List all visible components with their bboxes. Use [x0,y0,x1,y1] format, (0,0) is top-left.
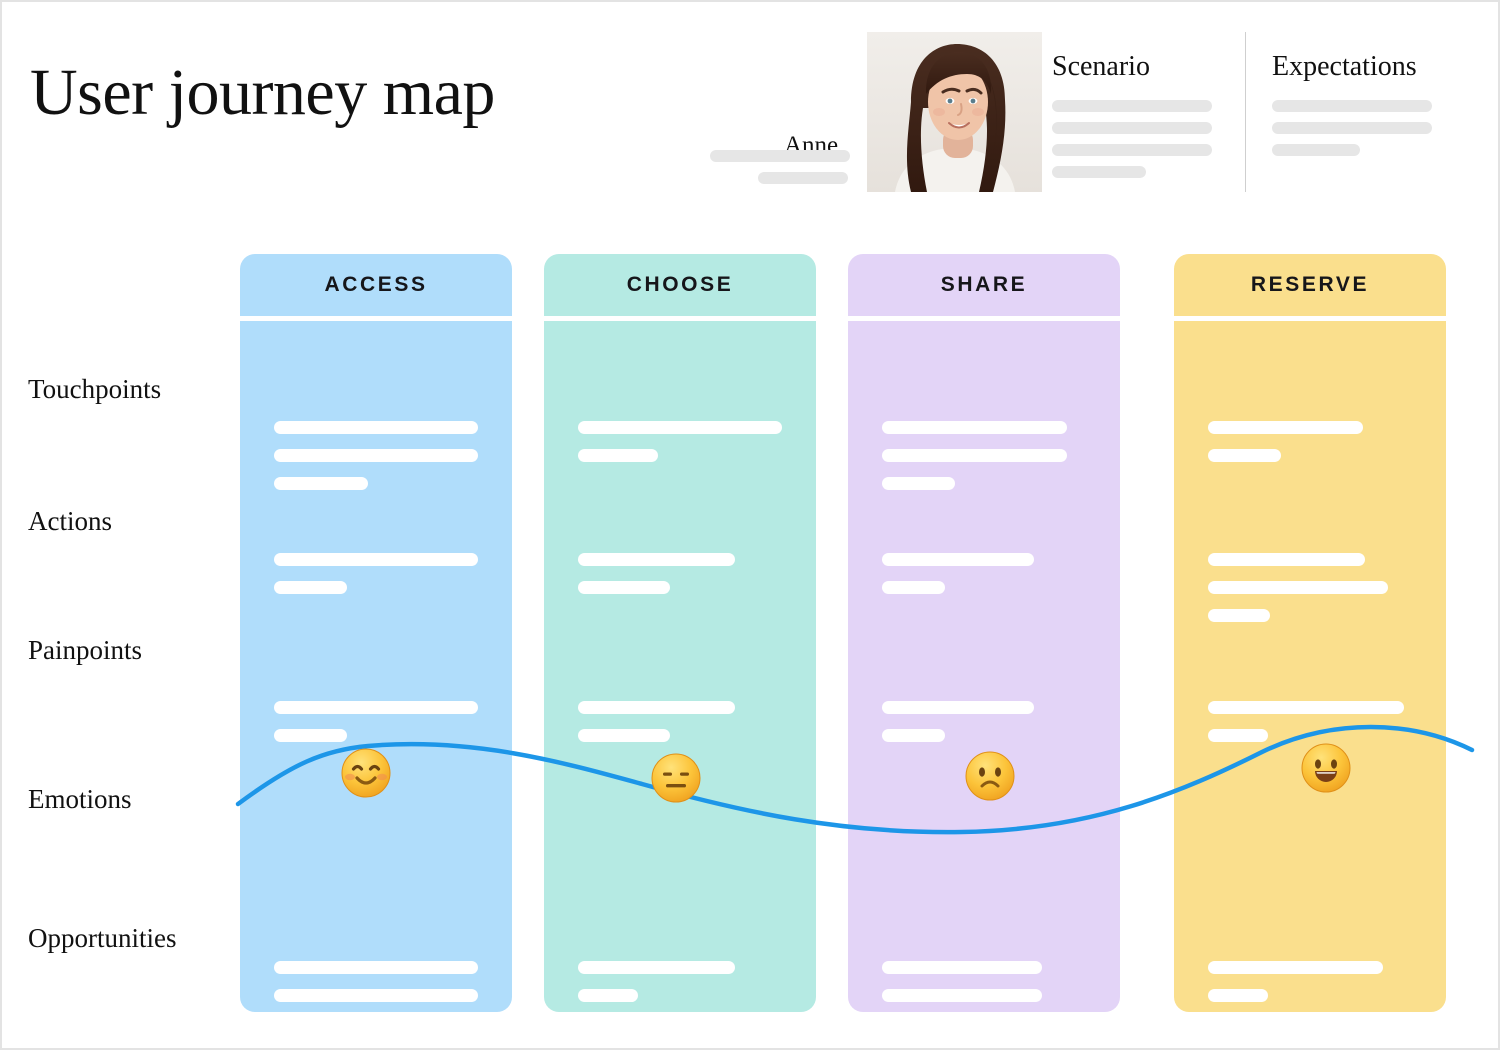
stage-column-share[interactable]: SHARE [848,254,1120,1012]
content-bar [274,477,368,490]
persona-placeholder-bar [710,150,850,162]
scenario-placeholder-bar [1052,122,1212,134]
content-bar [1208,581,1388,594]
cell-reserve-actions[interactable] [1208,553,1412,637]
expectations-placeholder-lines [1272,100,1462,156]
content-bar [578,729,670,742]
content-bar [1208,553,1365,566]
stage-header-share[interactable]: SHARE [848,254,1120,316]
content-bar [274,701,478,714]
cell-access-opportunities[interactable] [274,961,478,1012]
scenario-placeholder-bar [1052,144,1212,156]
content-bar [1208,449,1281,462]
stage-header-access[interactable]: ACCESS [240,254,512,316]
cell-access-touchpoints[interactable] [274,421,478,505]
expectations-column: Expectations [1272,50,1462,166]
persona-photo [867,32,1042,192]
cell-share-painpoints[interactable] [882,701,1086,757]
scenario-title: Scenario [1052,51,1150,82]
row-label-opportunities: Opportunities [28,923,177,953]
content-bar [578,989,638,1002]
cell-share-actions[interactable] [882,553,1086,609]
emotion-icon-slightly-frowning-face[interactable] [964,750,1020,806]
emotion-icon-expressionless-face[interactable] [650,752,706,808]
row-label-actions: Actions [28,506,112,536]
persona-placeholder-lines [710,150,862,194]
content-bar [274,729,347,742]
expectations-placeholder-bar [1272,122,1432,134]
header-divider [1245,32,1246,192]
content-bar [1208,609,1270,622]
persona-header: Anne Scenario Expectations [702,32,1462,192]
emotion-icon-smiling-face-with-smiling-eyes[interactable] [340,747,396,803]
content-bar [882,477,955,490]
content-bar [882,701,1034,714]
cell-share-opportunities[interactable] [882,961,1086,1012]
scenario-placeholder-bar [1052,100,1212,112]
scenario-placeholder-bar [1052,166,1146,178]
cell-reserve-opportunities[interactable] [1208,961,1412,1012]
content-bar [274,553,478,566]
stage-column-choose[interactable]: CHOOSE [544,254,816,1012]
content-bar [274,421,478,434]
cell-reserve-touchpoints[interactable] [1208,421,1412,477]
content-bar [274,449,478,462]
content-bar [578,701,735,714]
content-bar [882,989,1042,1002]
content-bar [1208,729,1268,742]
row-label-touchpoints: Touchpoints [28,374,162,404]
row-label-emotions: Emotions [28,784,132,814]
content-bar [882,581,945,594]
content-bar [578,581,670,594]
content-bar [882,553,1034,566]
content-bar [274,989,478,1002]
content-bar [1208,701,1404,714]
scenario-placeholder-lines [1052,100,1232,178]
cell-choose-painpoints[interactable] [578,701,782,757]
emotion-icon-grinning-face-with-big-eyes[interactable] [1300,742,1356,798]
content-bar [882,421,1067,434]
stage-header-choose[interactable]: CHOOSE [544,254,816,316]
expectations-placeholder-bar [1272,144,1360,156]
expectations-placeholder-bar [1272,100,1432,112]
content-bar [578,961,735,974]
cell-choose-opportunities[interactable] [578,961,782,1012]
stage-body [544,321,816,1012]
content-bar [882,729,945,742]
cell-share-touchpoints[interactable] [882,421,1086,505]
content-bar [882,961,1042,974]
stage-column-access[interactable]: ACCESS [240,254,512,1012]
stage-body [1174,321,1446,1012]
stage-column-reserve[interactable]: RESERVE [1174,254,1446,1012]
expectations-title: Expectations [1272,51,1417,82]
page-title: User journey map [30,56,495,129]
content-bar [578,449,658,462]
stage-header-reserve[interactable]: RESERVE [1174,254,1446,316]
cell-access-actions[interactable] [274,553,478,609]
content-bar [578,421,782,434]
content-bar [578,553,735,566]
content-bar [1208,989,1268,1002]
cell-choose-touchpoints[interactable] [578,421,782,477]
content-bar [882,449,1067,462]
scenario-column: Scenario [1052,50,1232,188]
stage-body [240,321,512,1012]
content-bar [1208,961,1383,974]
stage-body [848,321,1120,1012]
content-bar [274,961,478,974]
cell-choose-actions[interactable] [578,553,782,609]
content-bar [274,581,347,594]
content-bar [1208,421,1363,434]
journey-map-page: User journey map Anne Scenario Expectati… [0,0,1500,1050]
persona-placeholder-bar [758,172,848,184]
row-label-painpoints: Painpoints [28,635,143,665]
